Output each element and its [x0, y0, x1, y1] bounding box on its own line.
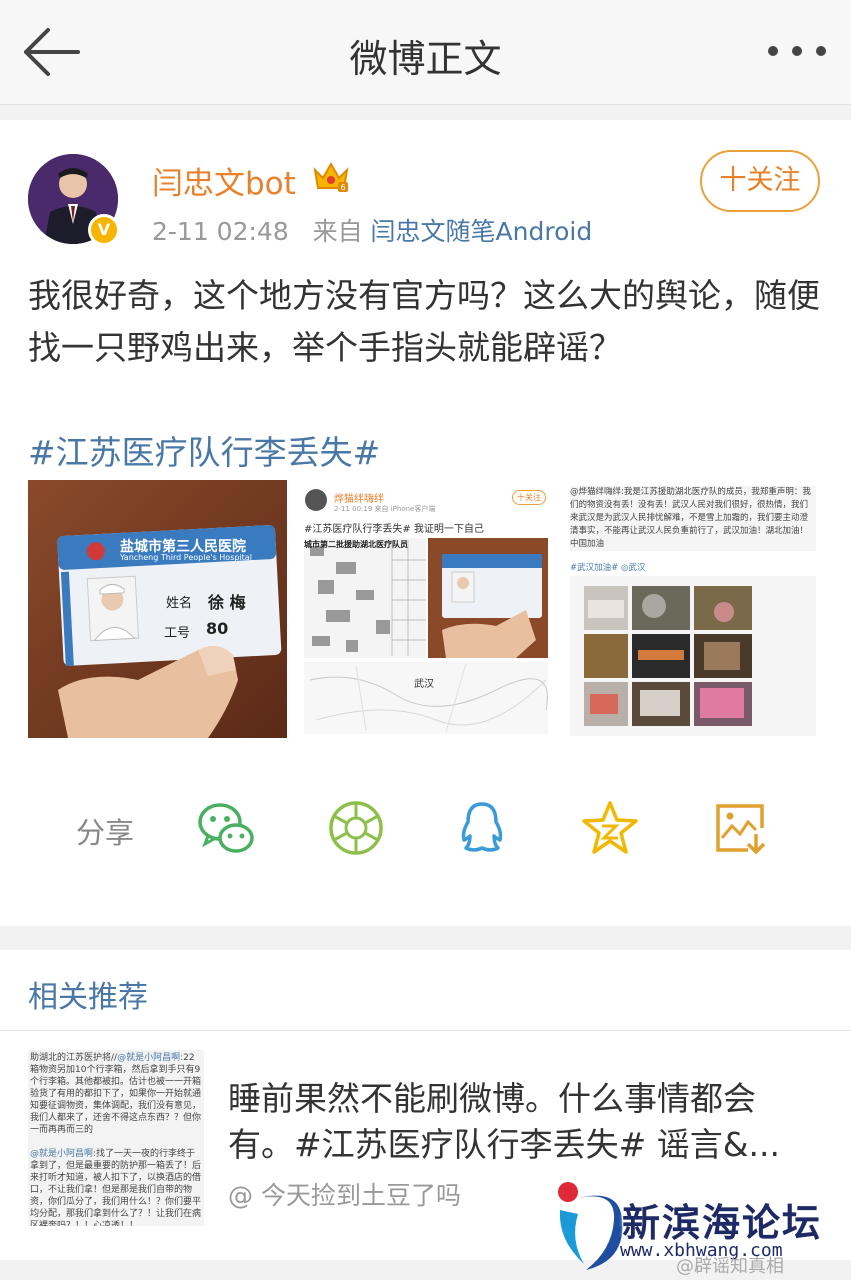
save-image-icon[interactable]	[710, 798, 770, 858]
thumb-text-1: 助湖北的江苏医护将//	[30, 1053, 118, 1063]
post-source[interactable]: 闫忠文随笔Android	[371, 217, 593, 246]
img2-map-label: 武汉	[414, 679, 434, 690]
qq-icon[interactable]	[452, 798, 512, 858]
img2-follow: 十关注	[512, 490, 546, 505]
post-image-3[interactable]: @烨猫绊嗨绊:我是江苏援助湖北医疗队的成员，我郑重声明：我们的物资没有丢！没有丢…	[564, 480, 823, 738]
page-title: 微博正文	[349, 37, 502, 81]
badge-hospital-en: Yancheng Third People's Hospital	[120, 553, 252, 562]
post-hashtag[interactable]: #江苏医疗队行李丢失#	[28, 426, 380, 474]
thumb-mention-2: @就是小阿昌啊:	[30, 1149, 97, 1159]
more-options-icon[interactable]	[765, 36, 829, 66]
badge-id: 80	[206, 619, 229, 638]
thumb-text-3: 找了一天一夜的行李终于拿到了，但是最重要的防护那一箱丢了！后来打听才知道，被人扣…	[30, 1149, 202, 1226]
top-nav-bar: 微博正文	[0, 0, 851, 105]
img2-time: 2-11 00:19 来自 iPhone客户端	[334, 505, 436, 513]
recommend-thumbnail[interactable]: 助湖北的江苏医护将//@就是小阿昌啊:22箱物资另加10个行李箱，然后拿到手只有…	[28, 1050, 204, 1226]
screenshot-graphic	[296, 480, 555, 738]
post-image-2[interactable]: 烨猫绊嗨绊 2-11 00:19 来自 iPhone客户端 十关注 #江苏医疗队…	[296, 480, 555, 738]
img2-doc-title: 城市第二批援助湖北医疗队员	[304, 540, 408, 549]
img3-text: @烨猫绊嗨绊:我是江苏援助湖北医疗队的成员，我郑重声明：我们的物资没有丢！没有丢…	[570, 486, 816, 551]
username[interactable]: 闫忠文bot	[152, 158, 296, 203]
follow-button[interactable]: 十关注	[700, 150, 820, 212]
badge-name: 徐 梅	[208, 593, 246, 612]
svg-text:6: 6	[340, 183, 345, 192]
vip-crown-icon: 6	[313, 161, 349, 192]
img2-text: #江苏医疗队行李丢失# 我证明一下自己	[304, 524, 484, 535]
watermark-weibo: @辟谣知真相	[676, 1256, 784, 1277]
recommend-item-author[interactable]: @ 今天捡到土豆了吗	[228, 1176, 461, 1212]
post-card: V 闫忠文bot 6 2-11 02:48 来自 闫忠文随笔Android 十关…	[0, 120, 851, 926]
verified-badge-icon: V	[88, 214, 120, 246]
badge-id-label: 工号	[164, 626, 191, 641]
img2-username: 烨猫绊嗨绊	[334, 494, 384, 505]
recommend-title: 相关推荐	[28, 980, 148, 1015]
watermark-site-name: 新滨海论坛	[622, 1201, 823, 1245]
divider	[0, 1030, 851, 1031]
share-label: 分享	[76, 816, 135, 850]
recommend-item-text[interactable]: 睡前果然不能刷微博。什么事情都会有。#江苏医疗队行李丢失# 谣言&...	[228, 1076, 818, 1168]
img3-tags: #武汉加油# ◎武汉	[570, 563, 646, 573]
badge-photo-graphic	[28, 480, 287, 738]
qzone-star-icon[interactable]	[580, 798, 640, 858]
post-text: 我很好奇，这个地方没有官方吗？这么大的舆论，随便找一只野鸡出来，举个手指头就能辟…	[28, 276, 820, 367]
post-time: 2-11 02:48	[152, 217, 289, 246]
from-label: 来自	[312, 217, 363, 246]
photo-grid-graphic	[570, 576, 816, 736]
moments-icon[interactable]	[326, 798, 386, 858]
post-meta: 2-11 02:48 来自 闫忠文随笔Android	[152, 212, 592, 248]
thumb-text-2: 22箱物资另加10个行李箱，然后拿到手只有9个行李箱。其他都被扣。估计也被一一开…	[30, 1053, 202, 1135]
post-image-1[interactable]: 盐城市第三人民医院 Yancheng Third People's Hospit…	[28, 480, 287, 738]
badge-name-label: 姓名	[166, 596, 193, 611]
wechat-icon[interactable]	[196, 798, 256, 858]
thumb-mention-1: @就是小阿昌啊:	[117, 1053, 184, 1063]
